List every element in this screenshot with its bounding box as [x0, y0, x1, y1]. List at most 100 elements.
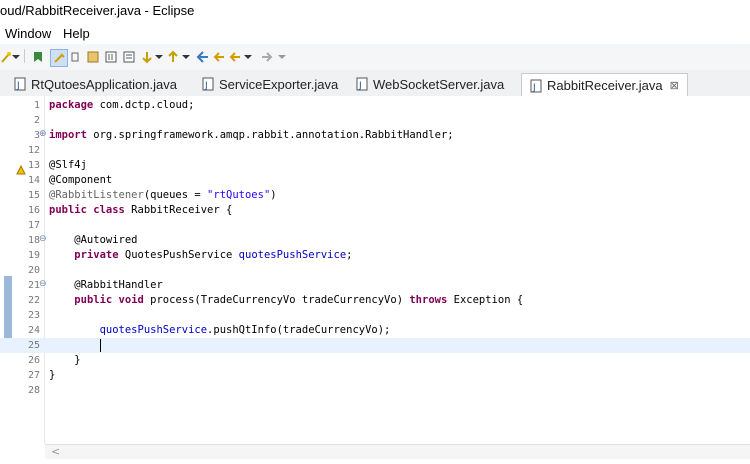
editor-tabs: J RtQutoesApplication.java J ServiceExpo… [0, 70, 750, 97]
menu-help[interactable]: Help [63, 26, 90, 41]
code-text: import org.springframework.amqp.rabbit.a… [49, 129, 454, 141]
code-line: 19 private QuotesPushService quotesPushS… [0, 248, 750, 263]
last-edit-icon[interactable] [196, 49, 210, 65]
code-text: @RabbitListener(queues = "rtQutoes") [49, 189, 277, 201]
fold-collapse-icon[interactable]: ⊖ [39, 279, 47, 289]
code-line: 14 @Component [0, 173, 750, 188]
tab-label: RtQutoesApplication.java [31, 76, 177, 92]
current-line: 25 [0, 338, 750, 353]
menu-bar: Window Help [0, 24, 750, 44]
toolbar-separator [24, 49, 27, 63]
line-number: 24 [27, 325, 40, 336]
tab-label: WebSocketServer.java [373, 76, 505, 92]
code-text: package com.dctp.cloud; [49, 99, 195, 111]
line-number: 12 [27, 145, 40, 156]
dropdown-arrow-icon[interactable] [244, 49, 252, 65]
line-number: 23 [27, 310, 40, 321]
code-line: 23 [0, 308, 750, 323]
line-number: 15 [27, 190, 40, 201]
back-icon[interactable] [228, 49, 242, 65]
dropdown-arrow-icon[interactable] [278, 49, 286, 65]
annotation-icon[interactable] [70, 49, 80, 65]
code-line: 12 [0, 143, 750, 158]
tab-rtqutoes-application[interactable]: J RtQutoesApplication.java [14, 73, 177, 95]
line-number: 3 [33, 130, 40, 141]
line-number: 19 [27, 250, 40, 261]
code-line: 28 [0, 383, 750, 398]
forward-icon[interactable] [260, 49, 274, 65]
java-file-icon: J [530, 79, 542, 93]
java-file-icon: J [14, 77, 26, 91]
close-tab-icon[interactable]: ⊠ [670, 79, 679, 92]
scroll-left-arrow[interactable]: < [51, 445, 60, 458]
code-text: public class RabbitReceiver { [49, 204, 233, 216]
text-caret [99, 339, 101, 352]
line-number: 17 [27, 220, 40, 231]
line-number: 13 [27, 160, 40, 171]
code-line: 15 @RabbitListener(queues = "rtQutoes") [0, 188, 750, 203]
line-number: 21 [27, 280, 40, 291]
code-line: 24 quotesPushService.pushQtInfo(tradeCur… [0, 323, 750, 338]
svg-text:J: J [16, 81, 20, 91]
fold-collapse-icon[interactable]: ⊖ [39, 234, 47, 244]
dropdown-arrow-icon[interactable] [182, 49, 190, 65]
tab-websocket-server[interactable]: J WebSocketServer.java [356, 73, 504, 95]
code-line: 26 } [0, 353, 750, 368]
menu-window[interactable]: Window [5, 26, 51, 41]
line-number: 16 [27, 205, 40, 216]
line-number: 26 [27, 355, 40, 366]
toolbar [0, 44, 750, 71]
tab-rabbit-receiver[interactable]: J RabbitReceiver.java ⊠ [521, 73, 688, 97]
tab-label: RabbitReceiver.java [547, 78, 663, 93]
prev-annotation-icon[interactable] [166, 49, 180, 65]
fold-expand-icon[interactable]: ⊕ [39, 129, 47, 139]
tab-label: ServiceExporter.java [219, 76, 339, 92]
code-editor[interactable]: 1 package com.dctp.cloud; 2 3 ⊕ import o… [0, 96, 750, 464]
line-number: 2 [33, 115, 40, 126]
code-text: @Slf4j [49, 159, 87, 171]
wand-icon[interactable] [1, 49, 11, 65]
line-number: 25 [27, 340, 40, 351]
window-title: oud/RabbitReceiver.java - Eclipse [0, 3, 195, 18]
code-text: } [49, 354, 81, 366]
line-number: 28 [27, 385, 40, 396]
code-line: 22 public void process(TradeCurrencyVo t… [0, 293, 750, 308]
next-annotation-icon[interactable] [140, 49, 154, 65]
code-line: 17 [0, 218, 750, 233]
block-select-icon[interactable] [86, 49, 100, 65]
code-line: 18 ⊖ @Autowired [0, 233, 750, 248]
code-text: @RabbitHandler [49, 279, 163, 291]
code-text: @Component [49, 174, 113, 186]
dropdown-arrow-icon[interactable] [155, 49, 163, 65]
line-number: 1 [33, 100, 40, 111]
code-text: quotesPushService.pushQtInfo(tradeCurren… [99, 324, 391, 336]
java-file-icon: J [202, 77, 214, 91]
toggle-mark-icon[interactable] [50, 49, 68, 67]
code-text: } [49, 369, 56, 381]
code-line: 27 } [0, 368, 750, 383]
code-line: 16 public class RabbitReceiver { [0, 203, 750, 218]
code-line: 20 [0, 263, 750, 278]
code-line: 3 ⊕ import org.springframework.amqp.rabb… [0, 128, 750, 143]
code-line: 1 package com.dctp.cloud; [0, 98, 750, 113]
svg-text:J: J [358, 81, 362, 91]
code-line: 2 [0, 113, 750, 128]
back-icon[interactable] [212, 49, 226, 65]
show-whitespace-icon[interactable] [104, 49, 118, 65]
title-bar: oud/RabbitReceiver.java - Eclipse [0, 0, 750, 24]
pin-icon[interactable] [122, 49, 136, 65]
tab-service-exporter[interactable]: J ServiceExporter.java [202, 73, 338, 95]
java-file-icon: J [356, 77, 368, 91]
line-number: 22 [27, 295, 40, 306]
code-text: private QuotesPushService quotesPushServ… [74, 249, 353, 261]
code-line: 13 @Slf4j [0, 158, 750, 175]
code-text: @Autowired [49, 234, 138, 246]
code-text [49, 339, 101, 352]
code-line: 21 ⊖ @RabbitHandler [0, 278, 750, 293]
horizontal-scrollbar[interactable]: < [45, 444, 750, 459]
bookmark-icon[interactable] [31, 49, 45, 65]
code-text: public void process(TradeCurrencyVo trad… [74, 294, 524, 306]
dropdown-arrow-icon[interactable] [12, 49, 20, 65]
line-number: 27 [27, 370, 40, 381]
